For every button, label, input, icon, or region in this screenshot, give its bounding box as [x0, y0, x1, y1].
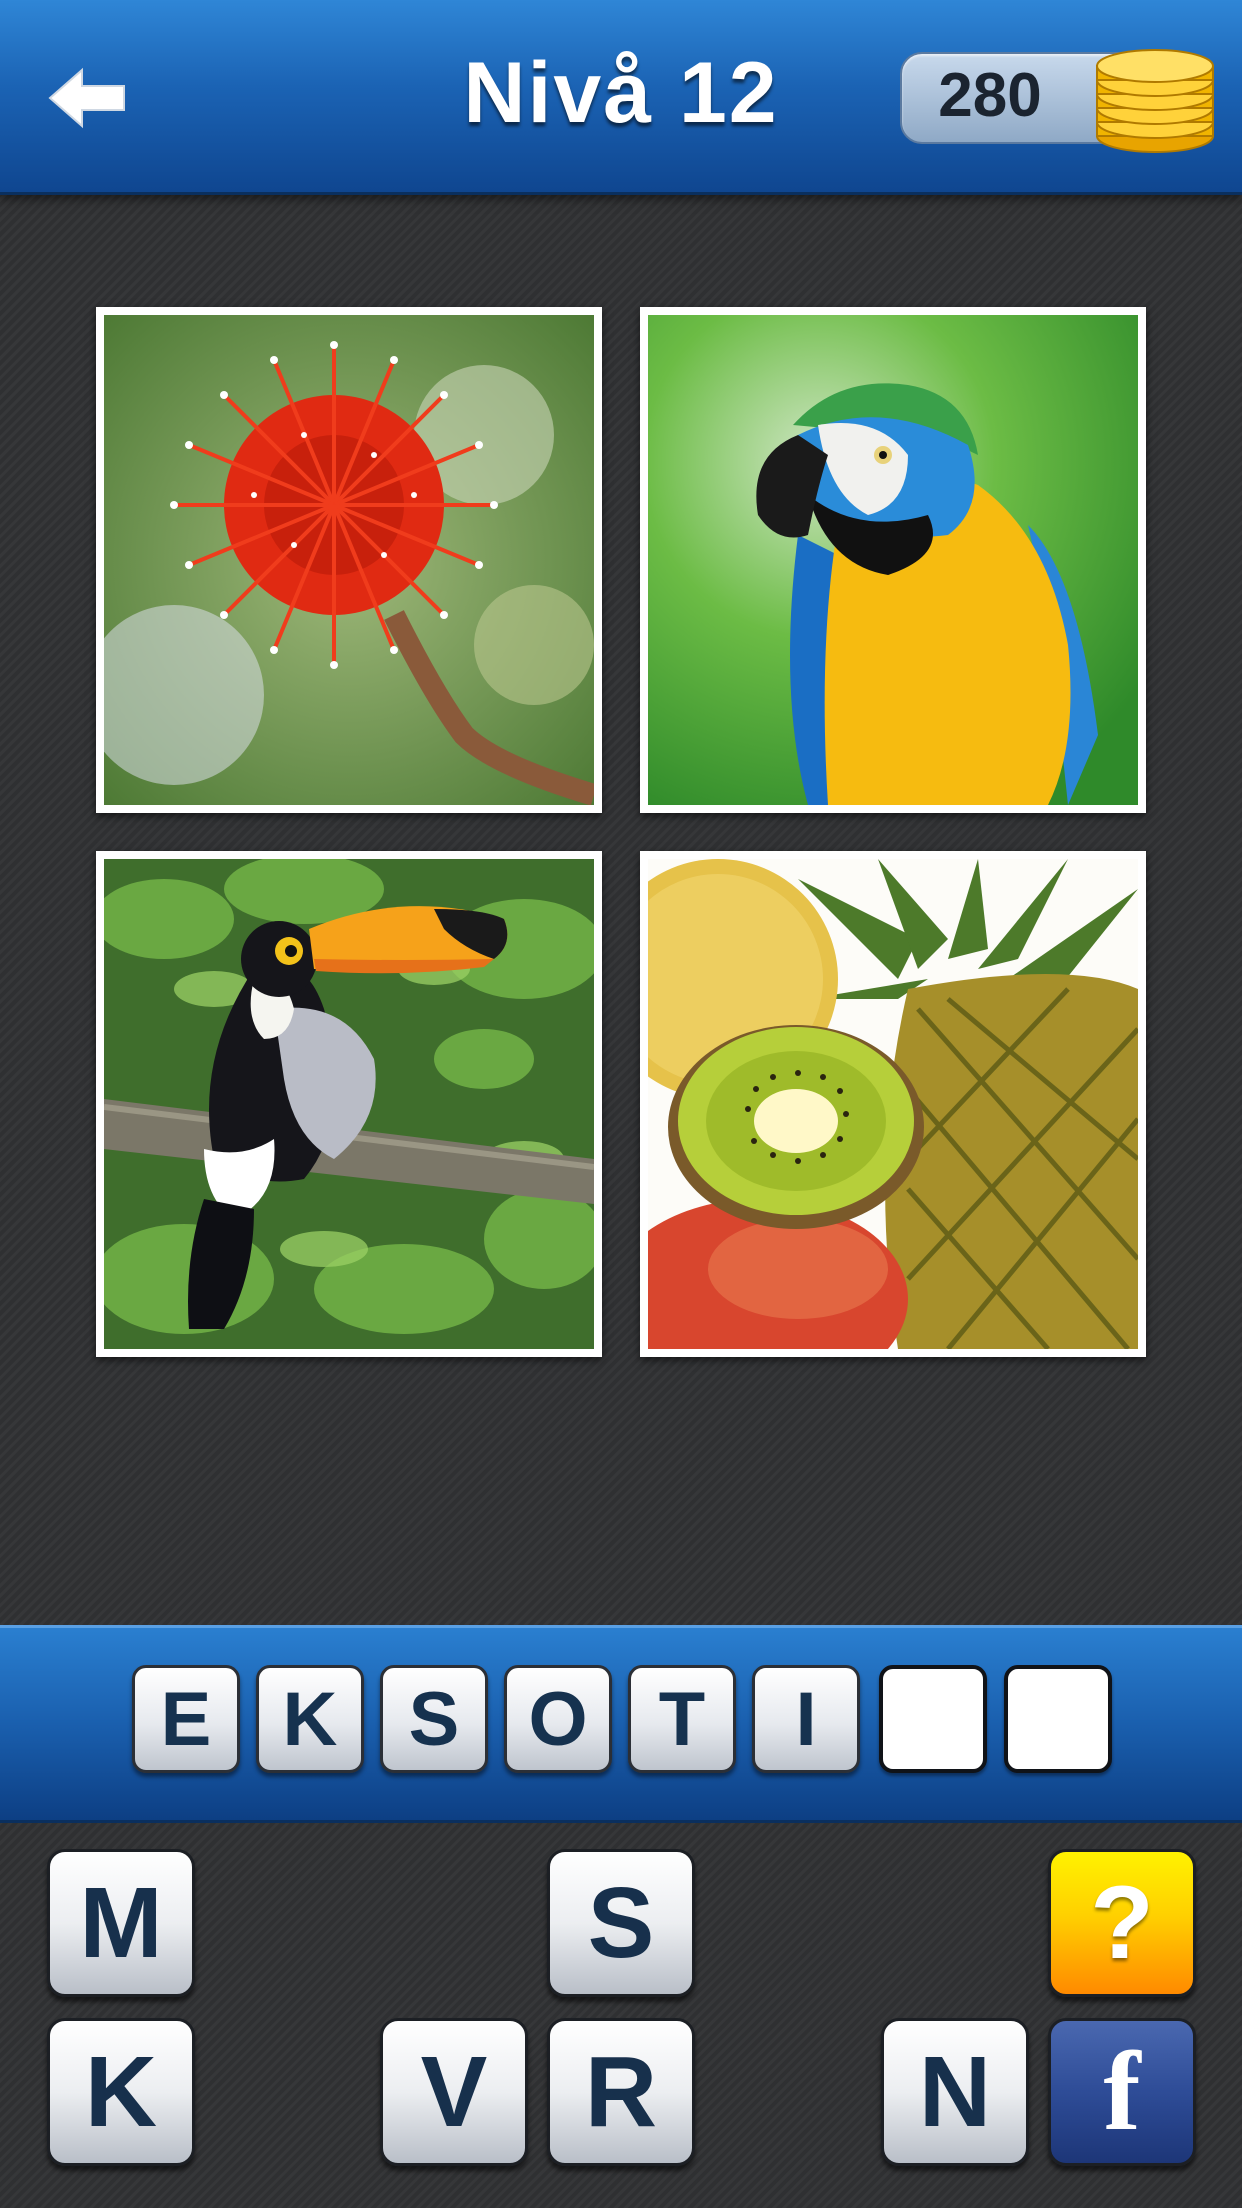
- toucan-photo-icon: [104, 859, 594, 1349]
- letter-key-n[interactable]: N: [881, 2018, 1029, 2166]
- facebook-icon: f: [1103, 2029, 1141, 2154]
- picture-fruits[interactable]: [640, 851, 1146, 1357]
- answer-slot-4[interactable]: O: [504, 1665, 612, 1773]
- fruit-photo-icon: [648, 859, 1138, 1349]
- parrot-photo-icon: [648, 315, 1138, 805]
- answer-slot-7[interactable]: [879, 1665, 987, 1773]
- letter-key-m[interactable]: M: [47, 1849, 195, 1997]
- answer-slot-3[interactable]: S: [380, 1665, 488, 1773]
- answer-slot-6[interactable]: I: [752, 1665, 860, 1773]
- letter-key-k[interactable]: K: [47, 2018, 195, 2166]
- facebook-button[interactable]: f: [1048, 2018, 1196, 2166]
- picture-toucan[interactable]: [96, 851, 602, 1357]
- letter-key-v[interactable]: V: [380, 2018, 528, 2166]
- top-bar: Nivå 12 280: [0, 0, 1242, 195]
- picture-flower[interactable]: [96, 307, 602, 813]
- flower-photo-icon: [104, 315, 594, 805]
- letter-key-r[interactable]: R: [547, 2018, 695, 2166]
- coin-count: 280: [938, 61, 1042, 130]
- picture-parrot[interactable]: [640, 307, 1146, 813]
- letter-key-s[interactable]: S: [547, 1849, 695, 1997]
- question-mark-icon: ?: [1090, 1864, 1154, 1981]
- hint-button[interactable]: ?: [1048, 1849, 1196, 1997]
- answer-slot-5[interactable]: T: [628, 1665, 736, 1773]
- answer-slot-1[interactable]: E: [132, 1665, 240, 1773]
- answer-slot-8[interactable]: [1004, 1665, 1112, 1773]
- coin-stack-icon: [1096, 49, 1214, 153]
- answer-slot-2[interactable]: K: [256, 1665, 364, 1773]
